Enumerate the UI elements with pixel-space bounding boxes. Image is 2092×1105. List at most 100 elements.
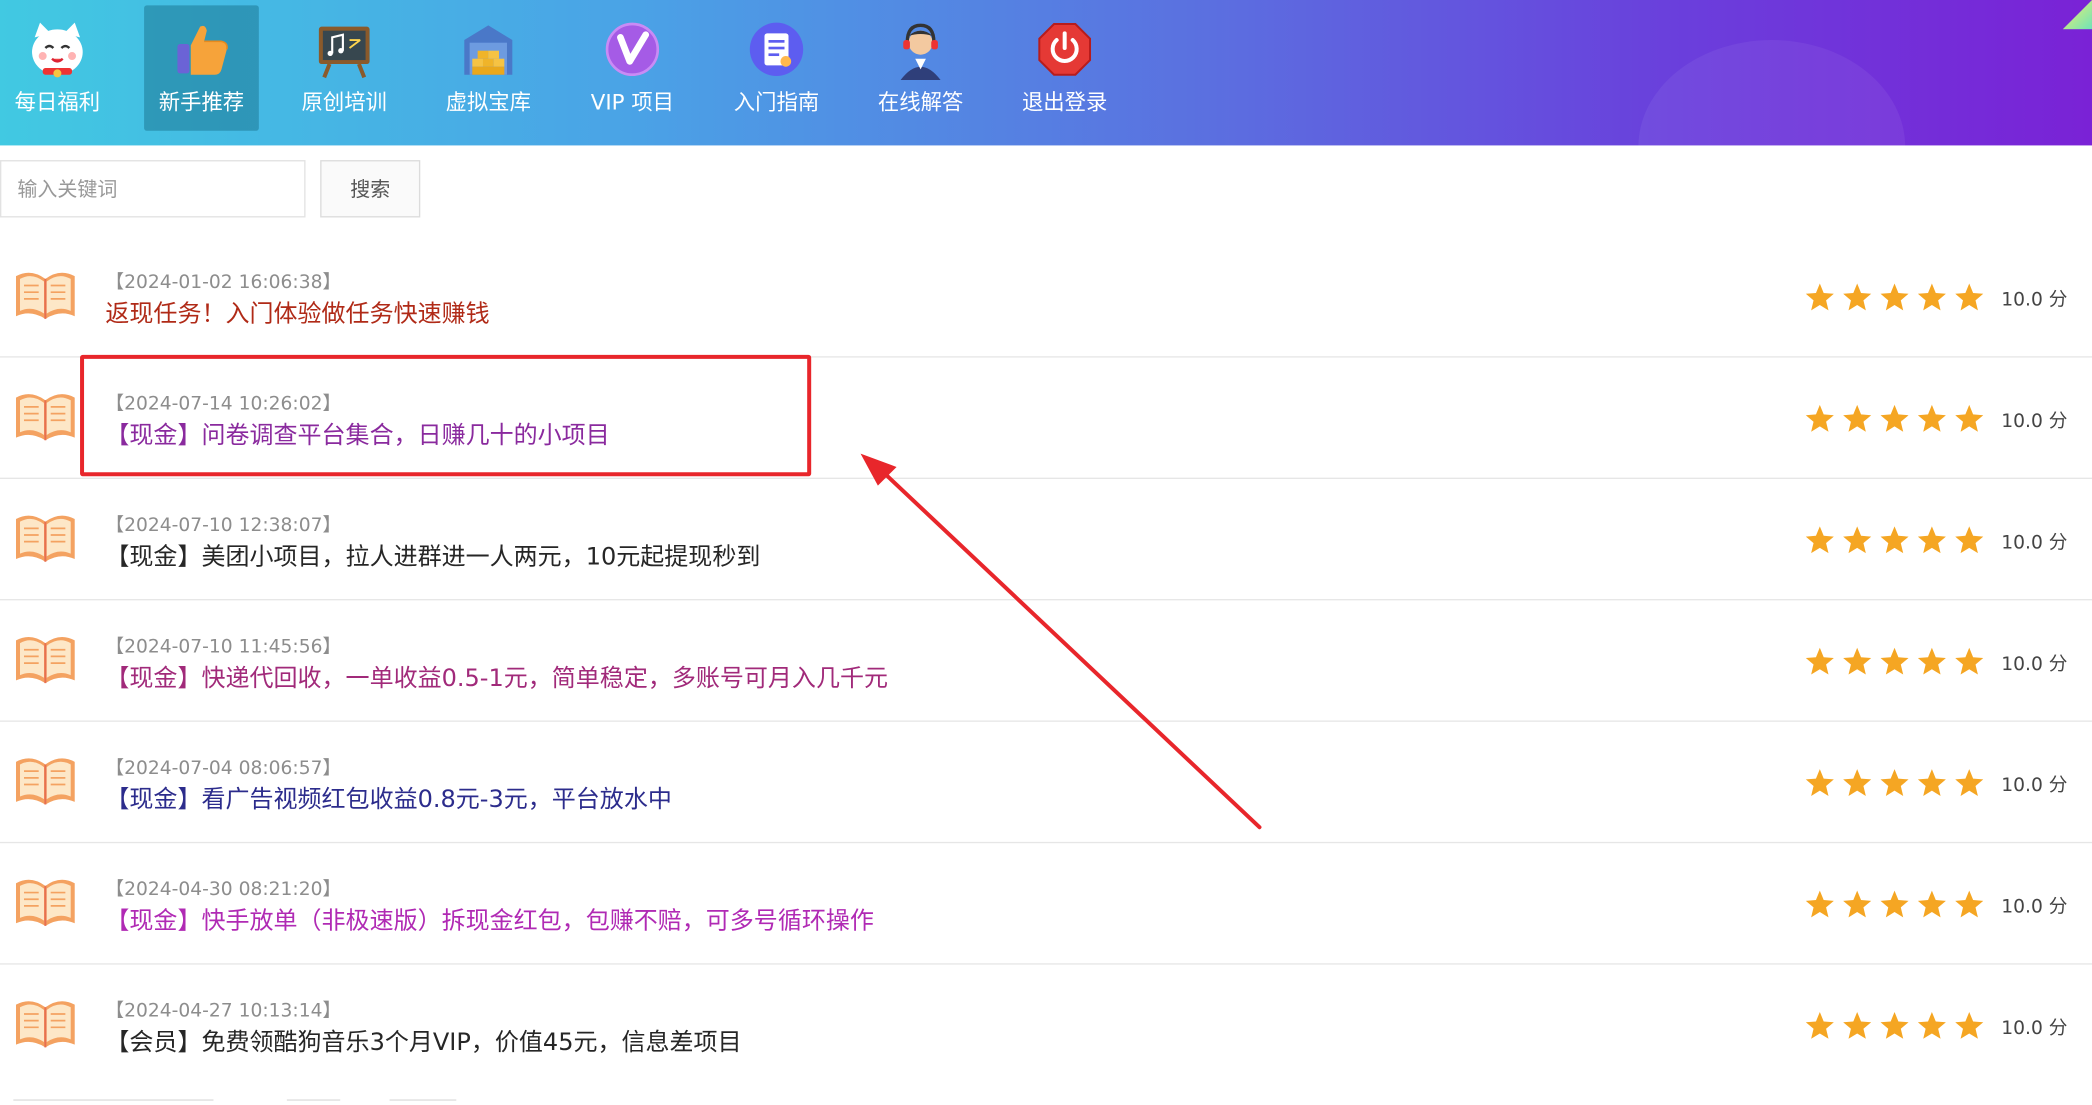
star-icon xyxy=(1955,526,1984,554)
rating-stars xyxy=(1804,282,1991,314)
list-item[interactable]: 【2024-07-10 12:38:07】 【现金】美团小项目，拉人进群进一人两… xyxy=(0,479,2092,601)
nav-item-vip-project[interactable]: VIP 项目 xyxy=(575,5,690,130)
article-score: 10.0 分 xyxy=(2001,289,2068,311)
list-item[interactable]: 【2024-07-04 08:06:57】 【现金】看广告视频红包收益0.8元-… xyxy=(0,722,2092,844)
star-icon xyxy=(1880,1011,1909,1039)
star-icon xyxy=(1843,647,1872,675)
nav-item-original-training[interactable]: 原创培训 xyxy=(287,5,402,130)
article-date: 【2024-07-04 08:06:57】 xyxy=(105,757,342,780)
star-icon xyxy=(1880,526,1909,554)
star-icon xyxy=(1805,890,1834,918)
guide-document-icon xyxy=(749,22,804,77)
star-icon xyxy=(1955,283,1984,311)
chalkboard-icon xyxy=(318,26,370,79)
nav-item-logout[interactable]: 退出登录 xyxy=(1007,5,1122,130)
star-icon xyxy=(1917,1011,1946,1039)
star-icon xyxy=(1917,404,1946,432)
support-agent-icon xyxy=(900,23,941,81)
article-title-link[interactable]: 【现金】问卷调查平台集合，日赚几十的小项目 xyxy=(105,416,609,451)
nav-item-label: 退出登录 xyxy=(1021,89,1108,115)
nav-item-label: 每日福利 xyxy=(14,89,101,115)
star-icon xyxy=(1843,1011,1872,1039)
star-icon xyxy=(1880,404,1909,432)
list-item[interactable]: 【2024-01-02 16:06:38】 返现任务！入门体验做任务快速赚钱 1… xyxy=(0,236,2092,358)
background-circle-decoration xyxy=(1638,40,1906,146)
open-book-icon xyxy=(16,394,75,441)
article-title-link[interactable]: 【现金】美团小项目，拉人进群进一人两元，10元起提现秒到 xyxy=(105,538,760,573)
rating-stars xyxy=(1804,403,1991,435)
star-icon xyxy=(1880,647,1909,675)
star-icon xyxy=(1955,647,1984,675)
rating-stars xyxy=(1804,646,1991,678)
list-item[interactable]: 【2024-07-14 10:26:02】 【现金】问卷调查平台集合，日赚几十的… xyxy=(0,358,2092,479)
article-title-link[interactable]: 【现金】看广告视频红包收益0.8元-3元，平台放水中 xyxy=(105,780,671,815)
nav-item-beginner-guide[interactable]: 入门指南 xyxy=(719,5,834,130)
nav-item-daily-welfare[interactable]: 每日福利 xyxy=(0,5,115,130)
article-score: 10.0 分 xyxy=(2001,410,2068,433)
nav-item-label: VIP 项目 xyxy=(590,89,675,115)
article-title-link[interactable]: 返现任务！入门体验做任务快速赚钱 xyxy=(105,295,489,330)
star-icon xyxy=(1843,526,1872,554)
thumbs-up-icon xyxy=(177,25,228,75)
nav-item-label: 在线解答 xyxy=(877,89,964,115)
star-icon xyxy=(1955,404,1984,432)
star-icon xyxy=(1917,283,1946,311)
article-score: 10.0 分 xyxy=(2001,653,2068,676)
search-button[interactable]: 搜索 xyxy=(320,160,421,218)
open-book-icon xyxy=(16,758,75,805)
article-date: 【2024-01-02 16:06:38】 xyxy=(105,272,342,294)
star-icon xyxy=(1880,769,1909,796)
vip-badge-icon xyxy=(605,22,660,77)
article-title-link[interactable]: 【会员】免费领酷狗音乐3个月VIP，价值45元，信息差项目 xyxy=(105,1023,741,1058)
article-score: 10.0 分 xyxy=(2001,896,2068,918)
rating-stars xyxy=(1804,767,1991,799)
nav-item-label: 原创培训 xyxy=(301,89,387,115)
article-title-link[interactable]: 【现金】快递代回收，一单收益0.5-1元，简单稳定，多账号可月入几千元 xyxy=(105,659,888,694)
article-score: 10.0 分 xyxy=(2001,775,2068,797)
pagination-bar xyxy=(0,1099,534,1105)
star-icon xyxy=(1880,283,1909,311)
nav-item-label: 入门指南 xyxy=(733,89,820,115)
power-off-icon xyxy=(1038,23,1092,76)
star-icon xyxy=(1917,526,1946,554)
article-date: 【2024-07-10 12:38:07】 xyxy=(105,514,342,537)
list-item[interactable]: 【2024-07-10 11:45:56】 【现金】快递代回收，一单收益0.5-… xyxy=(0,600,2092,722)
star-icon xyxy=(1843,283,1872,311)
star-icon xyxy=(1805,526,1834,554)
star-icon xyxy=(1805,647,1834,675)
treasure-box-icon xyxy=(464,25,513,75)
article-title-link[interactable]: 【现金】快手放单（非极速版）拆现金红包，包赚不赔，可多号循环操作 xyxy=(105,902,873,937)
article-date: 【2024-04-30 08:21:20】 xyxy=(105,879,342,901)
star-icon xyxy=(1917,890,1946,918)
top-nav-bar: 每日福利 新手推荐 原创培训 虚拟宝库 VIP 项目 入门指南 在线解答 退出登… xyxy=(0,0,2092,146)
star-icon xyxy=(1880,890,1909,918)
article-score: 10.0 分 xyxy=(2001,532,2068,554)
list-item[interactable]: 【2024-04-27 10:13:14】 【会员】免费领酷狗音乐3个月VIP，… xyxy=(0,965,2092,1086)
open-book-icon xyxy=(16,879,75,926)
star-icon xyxy=(1805,1011,1834,1039)
article-date: 【2024-07-14 10:26:02】 xyxy=(105,393,342,415)
star-icon xyxy=(1955,890,1984,918)
lucky-cat-icon xyxy=(32,22,83,78)
star-icon xyxy=(1955,1011,1984,1039)
search-input[interactable] xyxy=(0,160,306,218)
star-icon xyxy=(1843,404,1872,432)
rating-stars xyxy=(1804,1010,1991,1042)
star-icon xyxy=(1843,769,1872,796)
article-list: 【2024-01-02 16:06:38】 返现任务！入门体验做任务快速赚钱 1… xyxy=(0,236,2092,1086)
star-icon xyxy=(1917,647,1946,675)
nav-item-beginner-recommend[interactable]: 新手推荐 xyxy=(144,5,259,131)
article-date: 【2024-07-10 11:45:56】 xyxy=(105,636,342,658)
open-book-icon xyxy=(16,515,75,562)
star-icon xyxy=(1805,769,1834,796)
nav-item-virtual-treasury[interactable]: 虚拟宝库 xyxy=(431,5,546,130)
nav-item-online-answer[interactable]: 在线解答 xyxy=(863,5,978,130)
article-date: 【2024-04-27 10:13:14】 xyxy=(105,1000,342,1022)
open-book-icon xyxy=(16,1001,75,1048)
list-item[interactable]: 【2024-04-30 08:21:20】 【现金】快手放单（非极速版）拆现金红… xyxy=(0,843,2092,965)
article-score: 10.0 分 xyxy=(2001,1017,2068,1040)
page: 每日福利 新手推荐 原创培训 虚拟宝库 VIP 项目 入门指南 在线解答 退出登… xyxy=(0,0,2092,1105)
star-icon xyxy=(1917,769,1946,796)
nav-item-label: 虚拟宝库 xyxy=(445,89,532,115)
star-icon xyxy=(1843,890,1872,918)
